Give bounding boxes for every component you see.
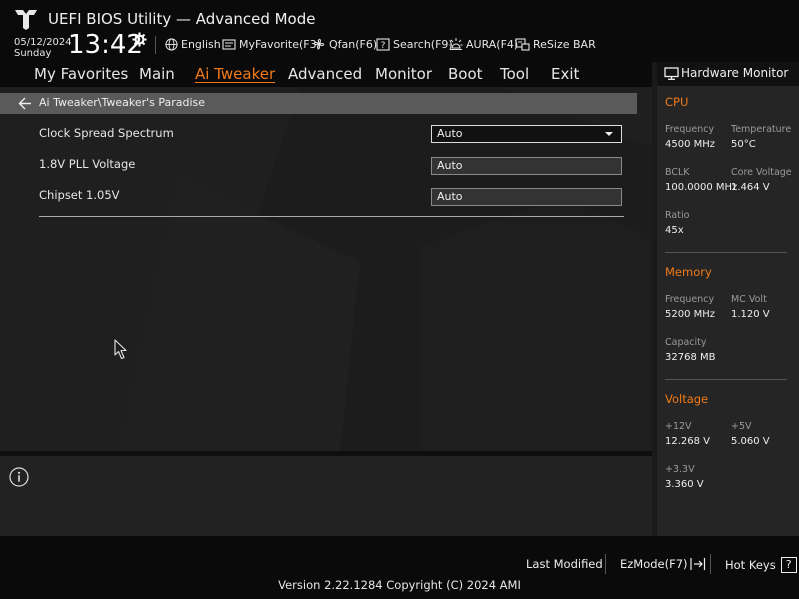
- mc-volt-value: 1.120 V: [731, 309, 770, 320]
- clock-spread-spectrum-dropdown[interactable]: Auto: [431, 125, 622, 143]
- v5-value: 5.060 V: [731, 436, 770, 447]
- cpu-frequency-label: Frequency: [665, 124, 715, 135]
- version-copyright: Version 2.22.1284 Copyright (C) 2024 AMI: [278, 578, 521, 592]
- settings-panel: Ai Tweaker\Tweaker's Paradise Clock Spre…: [0, 87, 652, 451]
- tab-main[interactable]: Main: [139, 65, 175, 83]
- capacity-value: 32768 MB: [665, 352, 716, 363]
- tab-boot[interactable]: Boot: [448, 65, 483, 83]
- breadcrumb-path: Ai Tweaker\Tweaker's Paradise: [39, 96, 206, 109]
- hw-section-voltage: Voltage: [665, 392, 709, 406]
- dropdown-caret-icon: [605, 132, 613, 136]
- memory-frequency-label: Frequency: [665, 294, 715, 305]
- footer-bar: Last Modified EzMode(F7) Hot Keys ? Vers…: [0, 536, 799, 599]
- hardware-monitor-panel: Hardware Monitor CPU Frequency Temperatu…: [657, 62, 799, 536]
- myfavorite-label: MyFavorite(F3): [239, 37, 321, 51]
- bclk-value: 100.0000 MHz: [665, 182, 738, 193]
- ratio-value: 45x: [665, 225, 684, 236]
- pll-voltage-value: Auto: [437, 159, 463, 172]
- cpu-temperature-value: 50°C: [731, 139, 756, 150]
- hw-section-memory: Memory: [665, 265, 712, 279]
- v12-value: 12.268 V: [665, 436, 711, 447]
- mouse-pointer-icon: [114, 339, 127, 360]
- breadcrumb: Ai Tweaker\Tweaker's Paradise: [0, 93, 637, 114]
- fan-icon: [313, 38, 325, 50]
- footer-separator: [605, 554, 606, 574]
- tab-tool[interactable]: Tool: [500, 65, 529, 83]
- ezmode-button[interactable]: EzMode(F7): [620, 557, 706, 571]
- hot-keys-button[interactable]: Hot Keys ?: [725, 557, 797, 573]
- favorite-folder-icon: [222, 38, 236, 50]
- mc-volt-label: MC Volt: [731, 294, 767, 305]
- hw-divider: [665, 252, 787, 253]
- language-button[interactable]: English: [165, 36, 221, 52]
- core-voltage-value: 1.464 V: [731, 182, 770, 193]
- chipset-105v-value: Auto: [437, 190, 463, 203]
- cpu-temperature-label: Temperature: [731, 124, 792, 135]
- help-info-panel: [0, 456, 652, 536]
- resize-bar-button[interactable]: ReSize BAR: [515, 36, 596, 52]
- tuf-logo-icon: [15, 10, 37, 30]
- search-icon: ?: [376, 37, 390, 51]
- aura-label: AURA(F4): [466, 37, 519, 51]
- hardware-monitor-header: Hardware Monitor: [657, 62, 799, 86]
- qfan-button[interactable]: Qfan(F6): [312, 36, 377, 52]
- tab-monitor[interactable]: Monitor: [375, 65, 432, 83]
- globe-icon: [165, 37, 178, 51]
- v33-value: 3.360 V: [665, 479, 704, 490]
- resize-bar-icon: [515, 38, 530, 51]
- info-icon: [9, 467, 29, 487]
- clock-spread-spectrum-value: Auto: [437, 127, 463, 140]
- settings-divider: [39, 216, 624, 217]
- tab-advanced[interactable]: Advanced: [288, 65, 362, 83]
- hot-keys-help-icon: ?: [780, 557, 797, 573]
- ezmode-label: EzMode(F7): [620, 557, 688, 571]
- setting-label-clock-spread-spectrum: Clock Spread Spectrum: [39, 126, 174, 140]
- bios-screen: UEFI BIOS Utility — Advanced Mode 05/12/…: [0, 0, 799, 599]
- date-display: 05/12/2024: [14, 37, 72, 48]
- language-label: English: [181, 37, 221, 51]
- qfan-label: Qfan(F6): [329, 37, 378, 51]
- resize-bar-label: ReSize BAR: [533, 37, 596, 51]
- exit-arrow-icon: [689, 558, 705, 570]
- svg-text:?: ?: [381, 41, 386, 51]
- ratio-label: Ratio: [665, 210, 690, 221]
- monitor-icon: [664, 67, 679, 80]
- core-voltage-label: Core Voltage: [731, 167, 792, 178]
- main-nav: My Favorites Main Ai Tweaker Advanced Mo…: [0, 62, 652, 87]
- top-header: UEFI BIOS Utility — Advanced Mode 05/12/…: [0, 0, 799, 62]
- bclk-label: BCLK: [665, 167, 690, 178]
- search-label: Search(F9): [393, 37, 453, 51]
- last-modified-label: Last Modified: [526, 557, 603, 571]
- hw-section-cpu: CPU: [665, 95, 689, 109]
- aura-light-icon: [449, 38, 463, 50]
- tab-ai-tweaker[interactable]: Ai Tweaker: [195, 65, 275, 83]
- app-title: UEFI BIOS Utility — Advanced Mode: [48, 10, 316, 28]
- cpu-frequency-value: 4500 MHz: [665, 139, 716, 150]
- header-separator: [155, 36, 156, 54]
- hot-keys-label: Hot Keys: [725, 558, 776, 572]
- aura-button[interactable]: AURA(F4): [449, 36, 518, 52]
- v12-label: +12V: [665, 421, 692, 432]
- tab-my-favorites[interactable]: My Favorites: [34, 65, 128, 83]
- memory-frequency-value: 5200 MHz: [665, 309, 716, 320]
- clock-settings-icon[interactable]: [132, 32, 147, 47]
- hardware-monitor-title: Hardware Monitor: [681, 66, 789, 80]
- last-modified-button[interactable]: Last Modified: [526, 557, 603, 571]
- myfavorite-button[interactable]: MyFavorite(F3): [222, 36, 321, 52]
- v33-label: +3.3V: [665, 464, 695, 475]
- day-display: Sunday: [14, 48, 52, 59]
- setting-label-pll-voltage: 1.8V PLL Voltage: [39, 157, 136, 171]
- chipset-105v-field[interactable]: Auto: [431, 188, 622, 206]
- capacity-label: Capacity: [665, 337, 707, 348]
- back-arrow-icon[interactable]: [18, 97, 32, 110]
- v5-label: +5V: [731, 421, 752, 432]
- pll-voltage-field[interactable]: Auto: [431, 157, 622, 175]
- setting-label-chipset-105v: Chipset 1.05V: [39, 188, 120, 202]
- hw-divider: [665, 379, 787, 380]
- tab-exit[interactable]: Exit: [551, 65, 579, 83]
- search-button[interactable]: ? Search(F9): [376, 36, 453, 52]
- footer-separator: [710, 554, 711, 574]
